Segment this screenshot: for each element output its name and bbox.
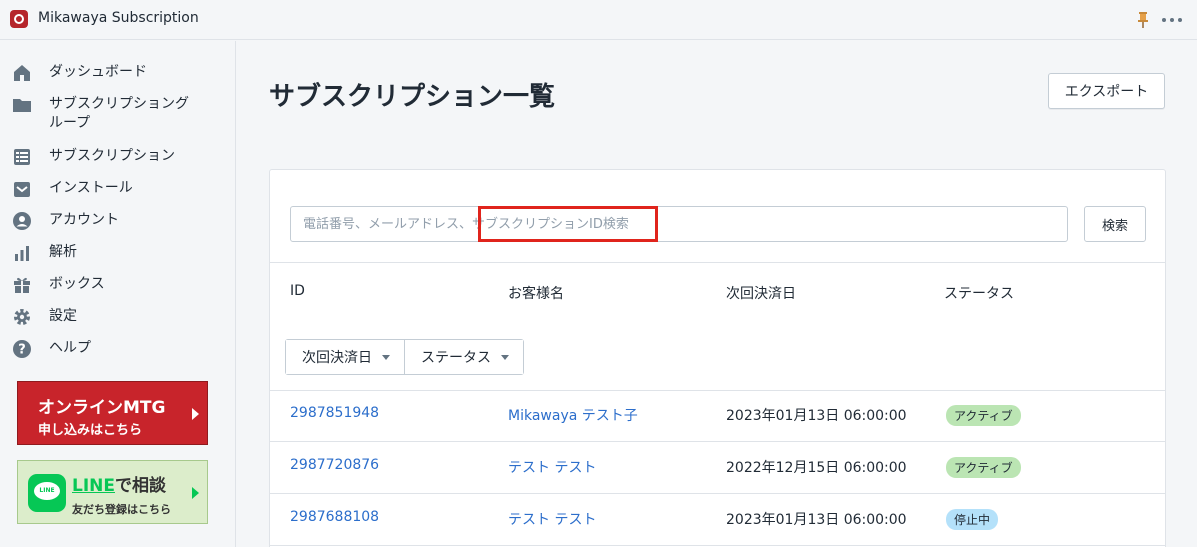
customer-name-link[interactable]: テスト テスト — [508, 509, 596, 529]
sidebar-item-label: ヘルプ — [49, 340, 91, 356]
next-payment-date: 2022年12月15日 06:00:00 — [726, 460, 907, 476]
filter-button-group: 次回決済日 ステータス — [285, 339, 524, 375]
sidebar-item-box[interactable]: ボックス — [12, 275, 105, 295]
subscription-id-link[interactable]: 2987851948 — [290, 405, 379, 421]
filter-status-button[interactable]: ステータス — [404, 340, 523, 374]
sidebar-item-label: ボックス — [49, 276, 105, 292]
next-payment-date: 2023年01月13日 06:00:00 — [726, 512, 907, 528]
play-arrow-icon — [192, 408, 199, 420]
sidebar-item-install[interactable]: インストール — [12, 179, 133, 199]
filter-label: ステータス — [421, 350, 491, 366]
table-row: 2987851948 Mikawaya テスト子 2023年01月13日 06:… — [270, 391, 1165, 442]
subscription-list-card: 検索 ID お客様名 次回決済日 ステータス 次回決済日 ステータス 29878… — [269, 169, 1166, 547]
column-header-customer: お客様名 — [508, 286, 564, 302]
svg-text:?: ? — [18, 343, 26, 358]
page-title: サブスクリプション一覧 — [269, 82, 556, 112]
sidebar-item-subscription[interactable]: サブスクリプション — [12, 147, 175, 167]
column-header-next-payment: 次回決済日 — [726, 286, 796, 302]
column-header-status: ステータス — [944, 286, 1014, 302]
gear-icon — [14, 309, 30, 325]
column-header-id: ID — [290, 283, 305, 299]
top-bar: Mikawaya Subscription — [0, 0, 1197, 40]
line-logo-text: LINE — [39, 487, 55, 494]
filter-label: 次回決済日 — [302, 350, 372, 366]
help-icon: ? — [13, 340, 31, 358]
search-button[interactable]: 検索 — [1084, 206, 1146, 242]
home-icon — [14, 65, 30, 81]
user-icon — [13, 212, 31, 230]
subscription-id-link[interactable]: 2987720876 — [290, 457, 379, 473]
filter-next-payment-button[interactable]: 次回決済日 — [286, 340, 404, 374]
shopping-bag-icon — [10, 10, 28, 28]
sidebar-item-label: サブスクリプショングループ — [49, 96, 189, 131]
search-input[interactable] — [290, 206, 1068, 242]
pin-icon[interactable] — [1137, 12, 1149, 28]
list-icon — [14, 149, 30, 165]
sidebar: ダッシュボード サブスクリプショングループ サブスクリプション インストール ア… — [0, 41, 236, 547]
caret-down-icon — [501, 354, 509, 360]
promo-title-rest: で相談 — [115, 476, 166, 496]
sidebar-item-settings[interactable]: 設定 — [12, 307, 77, 327]
gift-icon — [14, 277, 30, 293]
line-logo-icon: LINE — [28, 474, 66, 512]
customer-name-link[interactable]: Mikawaya テスト子 — [508, 405, 638, 425]
export-button[interactable]: エクスポート — [1048, 73, 1165, 109]
app-title: Mikawaya Subscription — [38, 10, 199, 26]
sidebar-item-dashboard[interactable]: ダッシュボード — [12, 63, 147, 83]
sidebar-item-subscription-group[interactable]: サブスクリプショングループ — [12, 95, 189, 131]
promo-title: LINEで相談 — [72, 471, 166, 496]
sidebar-item-label: 解析 — [49, 244, 77, 260]
status-badge: 停止中 — [946, 509, 999, 530]
caret-down-icon — [382, 354, 390, 360]
line-word: LINE — [72, 476, 115, 496]
online-mtg-banner[interactable]: オンラインMTG 申し込みはこちら — [17, 381, 208, 445]
analytics-icon — [15, 246, 29, 261]
more-options-icon[interactable] — [1162, 12, 1182, 28]
table-row: 2987688108 テスト テスト 2023年01月13日 06:00:00 … — [270, 495, 1165, 546]
inbox-icon — [14, 182, 30, 197]
status-badge: アクティブ — [946, 405, 1021, 426]
sidebar-item-help[interactable]: ? ヘルプ — [12, 339, 91, 359]
customer-name-link[interactable]: テスト テスト — [508, 457, 596, 477]
divider — [270, 262, 1165, 263]
sidebar-item-label: インストール — [49, 180, 133, 196]
line-consult-banner[interactable]: LINE LINEで相談 友だち登録はこちら — [17, 460, 208, 524]
sidebar-item-label: アカウント — [49, 212, 119, 228]
promo-subtitle: 友だち登録はこちら — [72, 503, 171, 516]
table-row: 2987720876 テスト テスト 2022年12月15日 06:00:00 … — [270, 443, 1165, 494]
sidebar-item-account[interactable]: アカウント — [12, 211, 119, 231]
sidebar-item-label: サブスクリプション — [49, 148, 175, 164]
next-payment-date: 2023年01月13日 06:00:00 — [726, 408, 907, 424]
folder-icon — [13, 99, 31, 112]
promo-title: オンラインMTG — [38, 398, 166, 418]
sidebar-item-label: 設定 — [49, 308, 77, 324]
status-badge: アクティブ — [946, 457, 1021, 478]
sidebar-item-label: ダッシュボード — [49, 64, 147, 80]
promo-subtitle: 申し込みはこちら — [38, 423, 143, 438]
subscription-id-link[interactable]: 2987688108 — [290, 509, 379, 525]
sidebar-item-analytics[interactable]: 解析 — [12, 243, 77, 263]
play-arrow-icon — [192, 487, 199, 499]
